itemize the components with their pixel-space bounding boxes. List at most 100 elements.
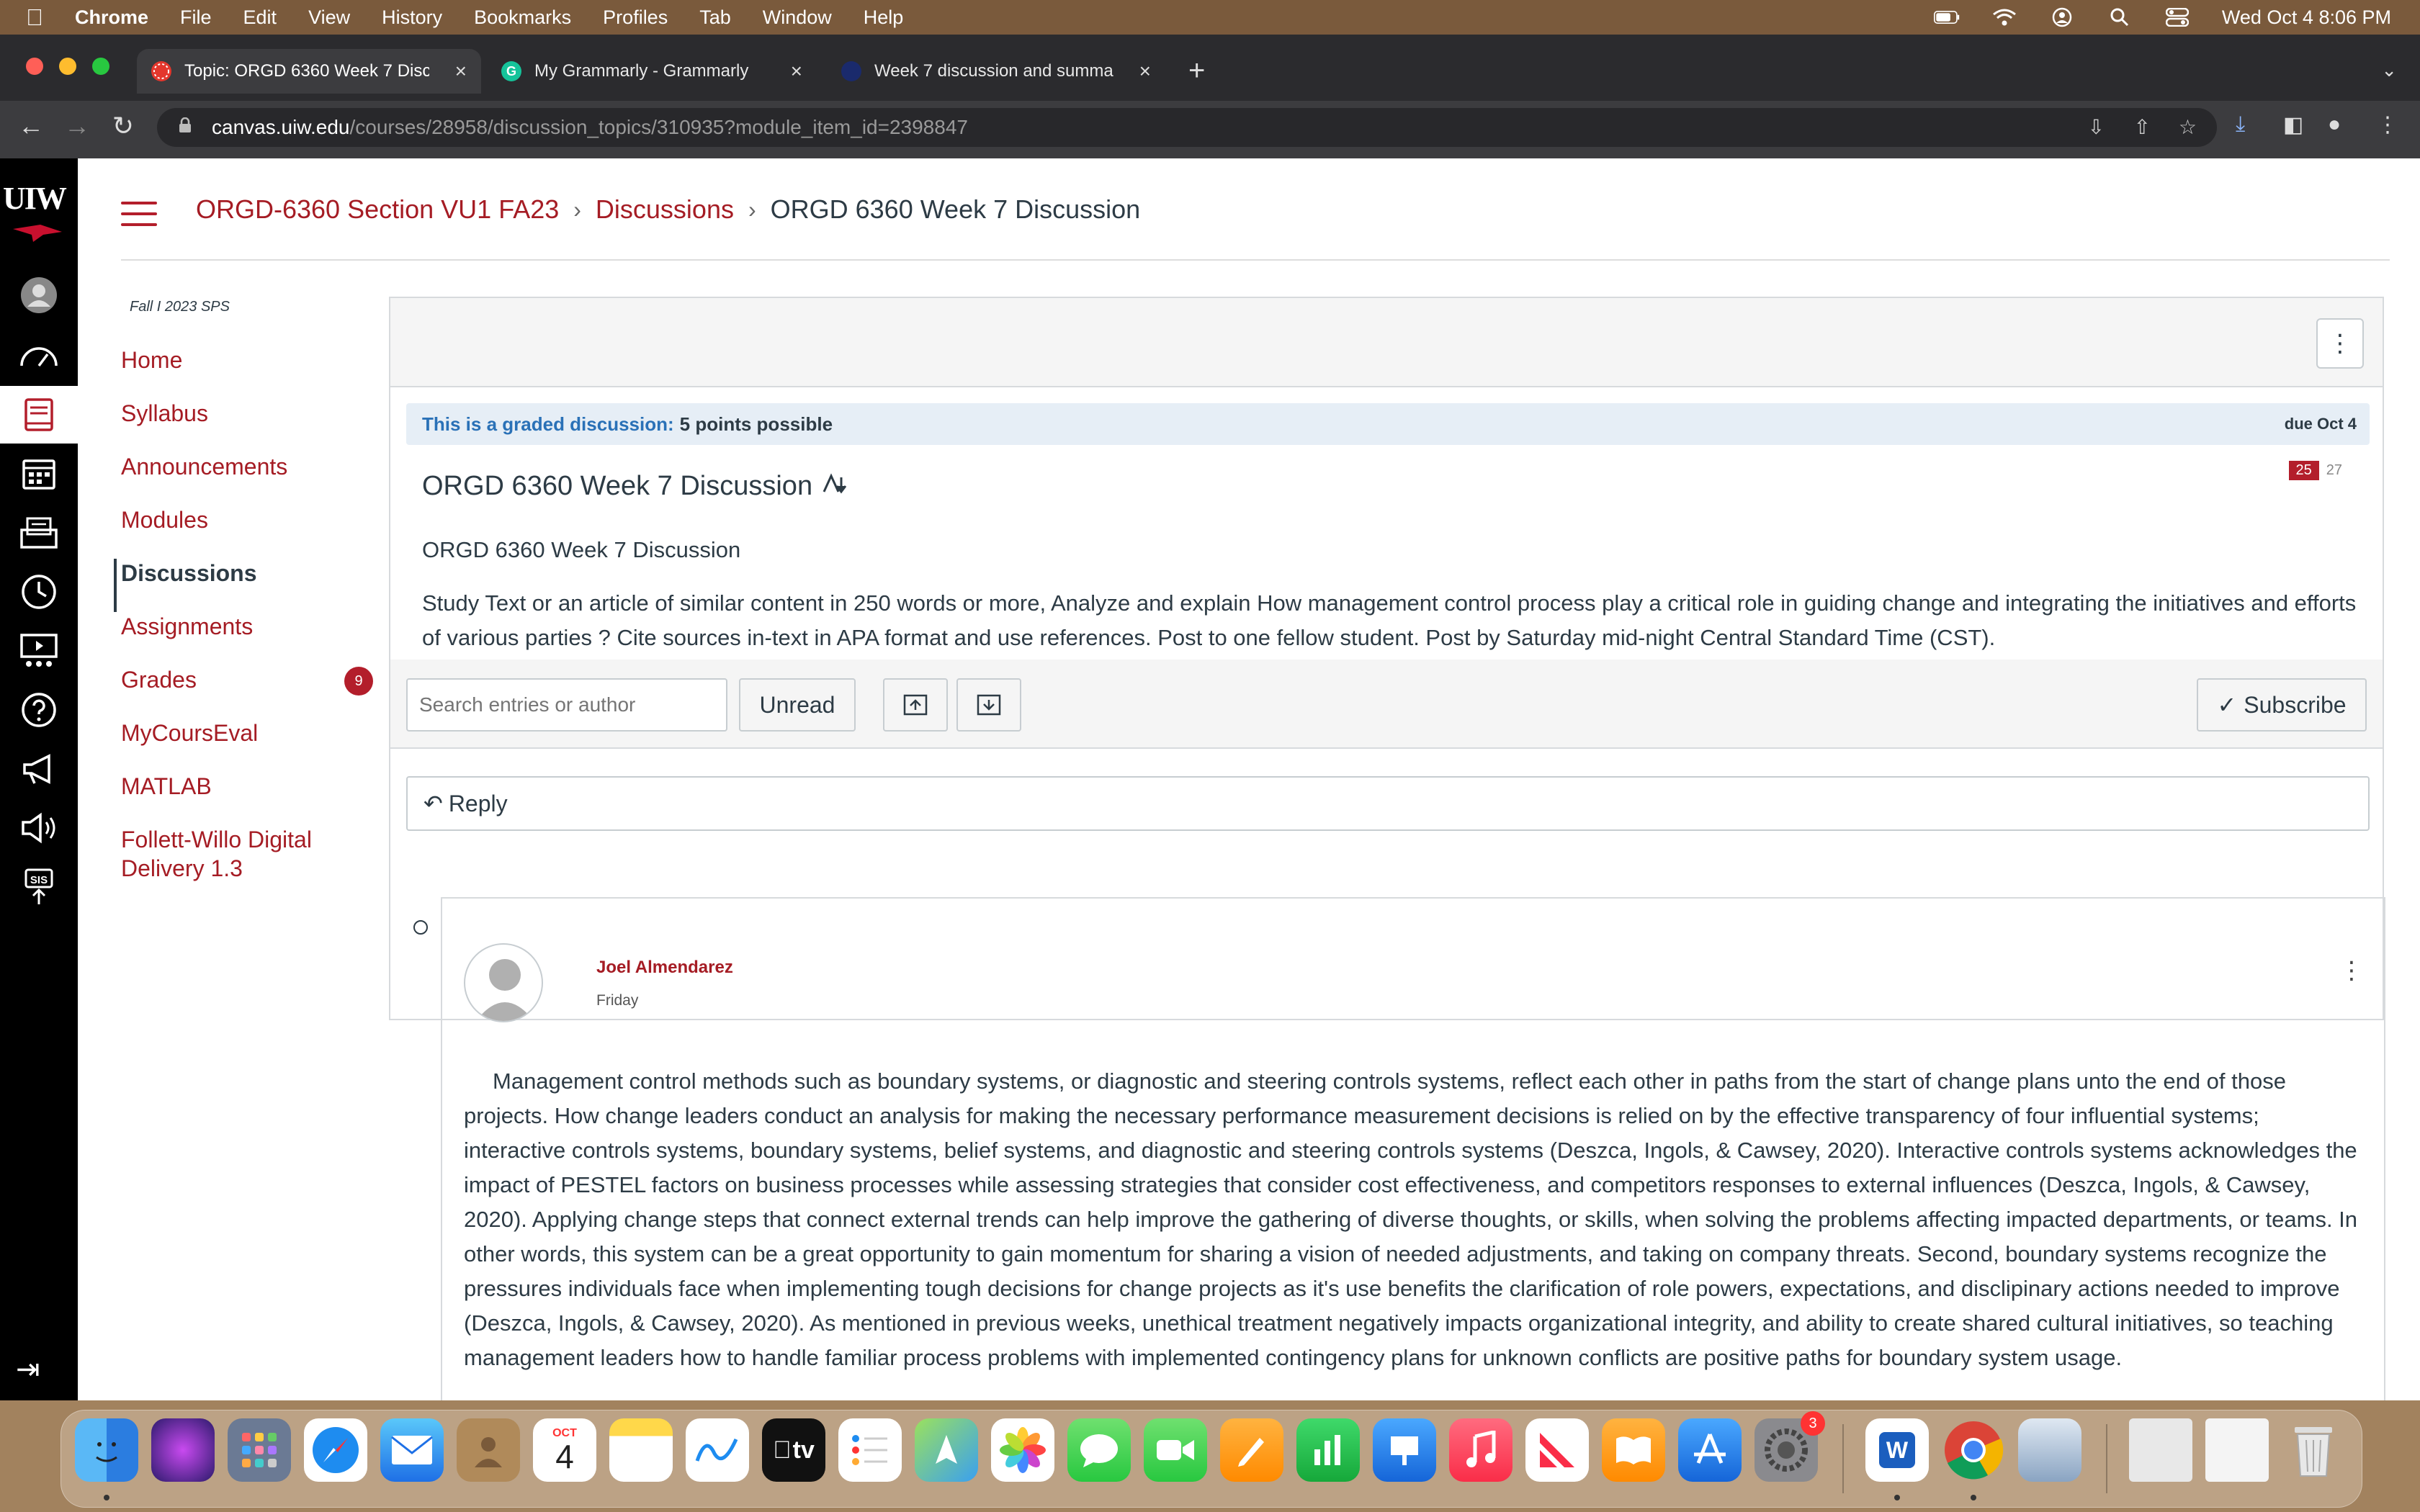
collapse-threads-button[interactable]	[956, 678, 1021, 732]
course-nav-syllabus[interactable]: Syllabus	[114, 399, 424, 452]
install-app-icon[interactable]: ⇩	[2088, 115, 2105, 139]
messages-icon[interactable]	[1067, 1418, 1131, 1482]
ai-sort-icon[interactable]	[823, 472, 851, 500]
launchpad-icon[interactable]	[228, 1418, 291, 1482]
nav-sis-icon[interactable]: SIS	[0, 858, 78, 916]
bookmark-star-icon[interactable]: ☆	[2179, 115, 2197, 139]
tab-search-chevron-icon[interactable]: ⌄	[2381, 59, 2397, 81]
avatar[interactable]	[464, 943, 543, 1022]
menu-profiles[interactable]: Profiles	[603, 6, 668, 29]
course-nav-discussions[interactable]: Discussions	[114, 559, 424, 612]
breadcrumb-discussions-link[interactable]: Discussions	[596, 194, 734, 225]
topic-options-kebab-icon[interactable]: ⋮	[2316, 318, 2364, 369]
trash-icon[interactable]	[2282, 1418, 2345, 1482]
menu-app-name[interactable]: Chrome	[75, 6, 148, 29]
window-close-button[interactable]	[26, 58, 43, 75]
course-nav-assignments[interactable]: Assignments	[114, 612, 424, 665]
battery-icon[interactable]	[1933, 7, 1960, 27]
profile-avatar-icon[interactable]: ●	[2328, 112, 2341, 137]
apple-tv-icon[interactable]:  tv	[762, 1418, 825, 1482]
nav-calendar-icon[interactable]	[0, 445, 78, 503]
subscribe-button[interactable]: ✓ Subscribe	[2197, 678, 2367, 732]
menu-window[interactable]: Window	[763, 6, 832, 29]
nav-courses-icon[interactable]	[0, 386, 78, 444]
window-minimize-button[interactable]	[59, 58, 76, 75]
entry-options-kebab-icon[interactable]: ⋮	[2339, 956, 2364, 985]
system-settings-icon[interactable]: 3	[1754, 1411, 1825, 1482]
freeform-icon[interactable]	[686, 1418, 749, 1482]
google-chrome-icon[interactable]	[1942, 1418, 2005, 1482]
new-tab-plus-icon[interactable]: +	[1188, 55, 1205, 87]
course-menu-hamburger-icon[interactable]	[121, 202, 157, 234]
uiw-logo[interactable]: UIW	[3, 180, 67, 217]
breadcrumb-course-link[interactable]: ORGD-6360 Section VU1 FA23	[196, 194, 559, 225]
reminders-icon[interactable]	[838, 1418, 902, 1482]
tab-close-icon[interactable]: ×	[791, 60, 802, 83]
tab-week7-summary[interactable]: Week 7 discussion and summa ×	[827, 49, 1165, 94]
menu-history[interactable]: History	[382, 6, 442, 29]
nav-history-icon[interactable]	[0, 563, 78, 621]
finder-icon[interactable]	[75, 1418, 138, 1482]
numbers-icon[interactable]	[1296, 1418, 1360, 1482]
menu-bookmarks[interactable]: Bookmarks	[474, 6, 571, 29]
side-panel-icon[interactable]: ◧	[2283, 112, 2303, 138]
downloads-stack-icon[interactable]	[2129, 1418, 2192, 1482]
downloads-icon[interactable]: ⤓	[2236, 112, 2245, 137]
notes-icon[interactable]	[609, 1418, 673, 1482]
menubar-clock[interactable]: Wed Oct 4 8:06 PM	[2222, 6, 2391, 29]
app-store-icon[interactable]	[1678, 1418, 1742, 1482]
course-nav-follett[interactable]: Follett-Willo Digital Delivery 1.3	[114, 825, 344, 883]
collapse-nav-arrow-icon[interactable]: ⇥	[16, 1353, 40, 1386]
user-account-icon[interactable]	[2049, 7, 2075, 27]
tab-close-icon[interactable]: ×	[455, 60, 467, 83]
course-nav-mycourseval[interactable]: MyCoursEval	[114, 719, 424, 772]
lock-icon[interactable]	[179, 117, 197, 138]
menu-file[interactable]: File	[180, 6, 212, 29]
siri-icon[interactable]	[151, 1418, 215, 1482]
search-entries-input[interactable]	[406, 678, 727, 732]
unread-indicator-icon[interactable]	[413, 920, 428, 935]
menu-view[interactable]: View	[308, 6, 350, 29]
pages-icon[interactable]	[1220, 1418, 1283, 1482]
menu-tab[interactable]: Tab	[699, 6, 731, 29]
unread-filter-button[interactable]: Unread	[739, 678, 856, 732]
tab-canvas-topic[interactable]: Topic: ORGD 6360 Week 7 Disc ×	[137, 49, 481, 94]
photos-icon[interactable]	[991, 1418, 1054, 1482]
course-nav-announcements[interactable]: Announcements	[114, 452, 424, 505]
mail-icon[interactable]	[380, 1418, 444, 1482]
course-nav-grades[interactable]: Grades 9	[114, 665, 424, 719]
course-nav-home[interactable]: Home	[114, 346, 424, 399]
spotlight-search-icon[interactable]	[2107, 7, 2133, 27]
safari-icon[interactable]	[304, 1418, 367, 1482]
course-nav-modules[interactable]: Modules	[114, 505, 424, 559]
preview-icon[interactable]	[2018, 1418, 2081, 1482]
menu-help[interactable]: Help	[864, 6, 904, 29]
reload-icon[interactable]: ↻	[105, 111, 141, 141]
music-icon[interactable]	[1449, 1418, 1512, 1482]
wifi-icon[interactable]	[1991, 7, 2017, 27]
maps-icon[interactable]	[915, 1418, 978, 1482]
books-icon[interactable]	[1602, 1418, 1665, 1482]
apple-menu-icon[interactable]: 	[26, 4, 55, 31]
nav-studio-icon[interactable]	[0, 622, 78, 680]
share-icon[interactable]: ⇧	[2134, 115, 2151, 139]
facetime-icon[interactable]	[1144, 1418, 1207, 1482]
address-bar[interactable]: canvas.uiw.edu /courses/28958/discussion…	[157, 108, 2217, 147]
tab-grammarly[interactable]: G My Grammarly - Grammarly ×	[487, 49, 817, 94]
course-nav-matlab[interactable]: MATLAB	[114, 772, 424, 825]
tab-close-icon[interactable]: ×	[1139, 60, 1151, 83]
nav-inbox-icon[interactable]	[0, 504, 78, 562]
entry-author[interactable]: Joel Almendarez	[596, 958, 733, 978]
nav-announcements-megaphone-icon[interactable]	[0, 740, 78, 798]
back-arrow-icon[interactable]: ←	[13, 111, 49, 141]
nav-accessibility-audio-icon[interactable]	[0, 799, 78, 857]
menu-edit[interactable]: Edit	[243, 6, 277, 29]
expand-threads-button[interactable]	[883, 678, 948, 732]
reply-button[interactable]: ↶ Reply	[406, 776, 2370, 831]
contacts-icon[interactable]	[457, 1418, 520, 1482]
news-icon[interactable]	[1525, 1418, 1589, 1482]
nav-dashboard-icon[interactable]	[0, 325, 78, 383]
recent-document-icon[interactable]	[2205, 1418, 2269, 1482]
keynote-icon[interactable]	[1373, 1418, 1436, 1482]
forward-arrow-icon[interactable]: →	[59, 111, 95, 141]
